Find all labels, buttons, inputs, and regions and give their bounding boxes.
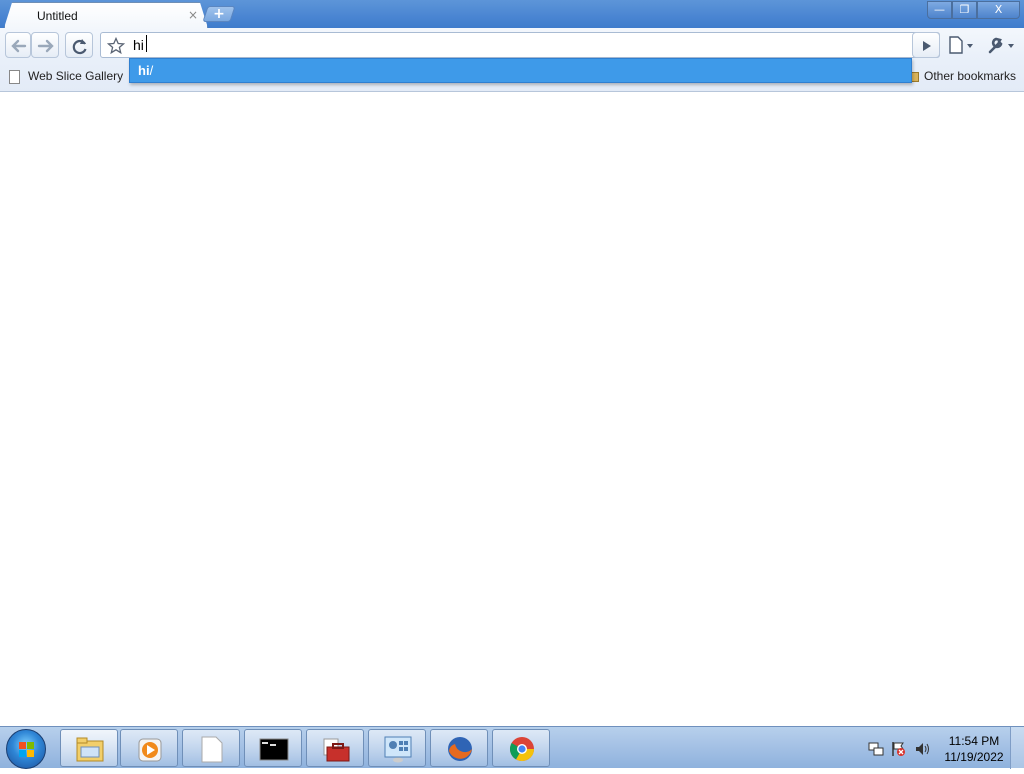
arrow-right-icon [37, 39, 54, 53]
autocomplete-suggestion[interactable]: hi/ [129, 58, 912, 83]
windows-logo-icon [19, 742, 34, 757]
plus-icon: + [213, 6, 225, 22]
terminal-icon [259, 738, 289, 761]
blank-document-icon [201, 736, 223, 763]
other-bookmarks[interactable]: Other bookmarks [924, 69, 1016, 83]
tab-title: Untitled [37, 9, 78, 23]
taskbar-file-explorer[interactable] [60, 729, 118, 767]
close-window-button[interactable]: X [977, 1, 1020, 19]
bookmark-web-slice-gallery[interactable]: Web Slice Gallery [28, 69, 123, 83]
taskbar-media-player[interactable] [120, 729, 178, 767]
address-input[interactable] [133, 36, 903, 54]
tab-close-icon[interactable]: × [186, 8, 200, 22]
taskbar-firefox[interactable] [430, 729, 488, 767]
reload-icon [72, 39, 87, 55]
control-panel-icon [384, 736, 412, 763]
omnibox[interactable] [100, 32, 940, 58]
taskbar-notepad[interactable] [182, 729, 240, 767]
wrench-menu-button[interactable] [984, 34, 1020, 56]
taskbar-toolbox[interactable] [306, 729, 364, 767]
media-player-icon [138, 738, 162, 762]
taskbar-command-prompt[interactable] [244, 729, 302, 767]
action-center-flag-icon[interactable] [890, 741, 906, 757]
page-icon [949, 36, 973, 54]
tab-untitled[interactable]: Untitled × [4, 2, 208, 28]
network-icon[interactable] [868, 741, 884, 757]
chrome-icon [509, 737, 534, 762]
clock-time[interactable]: 11:54 PM [932, 734, 1016, 748]
text-caret [146, 35, 147, 52]
page-menu-button[interactable] [946, 34, 978, 56]
show-desktop-button[interactable] [1010, 727, 1024, 769]
taskbar: 11:54 PM 11/19/2022 [0, 726, 1024, 769]
start-button[interactable] [6, 729, 46, 769]
arrow-left-icon [11, 39, 27, 53]
forward-button[interactable] [31, 32, 59, 58]
firefox-icon [448, 737, 472, 761]
taskbar-control-panel[interactable] [368, 729, 426, 767]
title-bar: Untitled × + — ❐ X [0, 0, 1024, 28]
back-button[interactable] [5, 32, 31, 58]
wrench-icon [988, 37, 1014, 54]
clock-date[interactable]: 11/19/2022 [932, 750, 1016, 764]
minimize-button[interactable]: — [927, 1, 952, 19]
play-icon [923, 41, 931, 51]
toolbox-icon [323, 738, 350, 762]
suggestion-text: hi/ [138, 63, 154, 78]
maximize-button[interactable]: ❐ [952, 1, 977, 19]
taskbar-chrome[interactable] [492, 729, 550, 767]
page-icon [9, 70, 20, 84]
browser-toolbar [0, 28, 1024, 62]
volume-icon[interactable] [914, 741, 930, 757]
page-content [0, 92, 1024, 726]
go-button[interactable] [912, 32, 940, 58]
folder-icon [76, 737, 104, 762]
reload-button[interactable] [65, 32, 93, 58]
star-icon[interactable] [107, 37, 125, 55]
new-tab-button[interactable]: + [202, 6, 236, 22]
